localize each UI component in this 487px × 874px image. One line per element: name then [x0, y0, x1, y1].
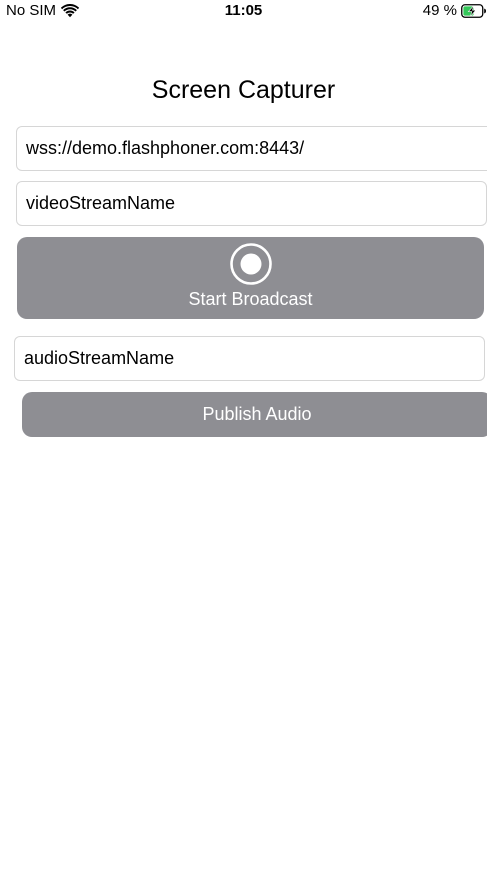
- server-url-input[interactable]: wss://demo.flashphoner.com:8443/: [16, 126, 487, 171]
- battery-charging-icon: [461, 3, 487, 18]
- battery-indicator: 49 %: [423, 2, 487, 19]
- publish-audio-label: Publish Audio: [202, 404, 312, 424]
- page-title: Screen Capturer: [151, 76, 336, 104]
- start-broadcast-label: Start Broadcast: [188, 289, 313, 309]
- video-stream-name-input[interactable]: videoStreamName: [16, 181, 487, 226]
- server-url-value: wss://demo.flashphoner.com:8443/: [26, 138, 305, 158]
- start-broadcast-button[interactable]: Start Broadcast: [17, 237, 484, 319]
- audio-stream-name-value: audioStreamName: [24, 348, 175, 368]
- video-stream-name-value: videoStreamName: [26, 193, 176, 213]
- record-icon: [229, 242, 273, 286]
- publish-audio-button[interactable]: Publish Audio: [22, 392, 487, 437]
- status-bar: No SIM 11:05 49 %: [0, 0, 487, 22]
- battery-percent: 49 %: [422, 2, 457, 19]
- audio-stream-name-input[interactable]: audioStreamName: [14, 336, 485, 381]
- status-time: 11:05: [224, 2, 263, 19]
